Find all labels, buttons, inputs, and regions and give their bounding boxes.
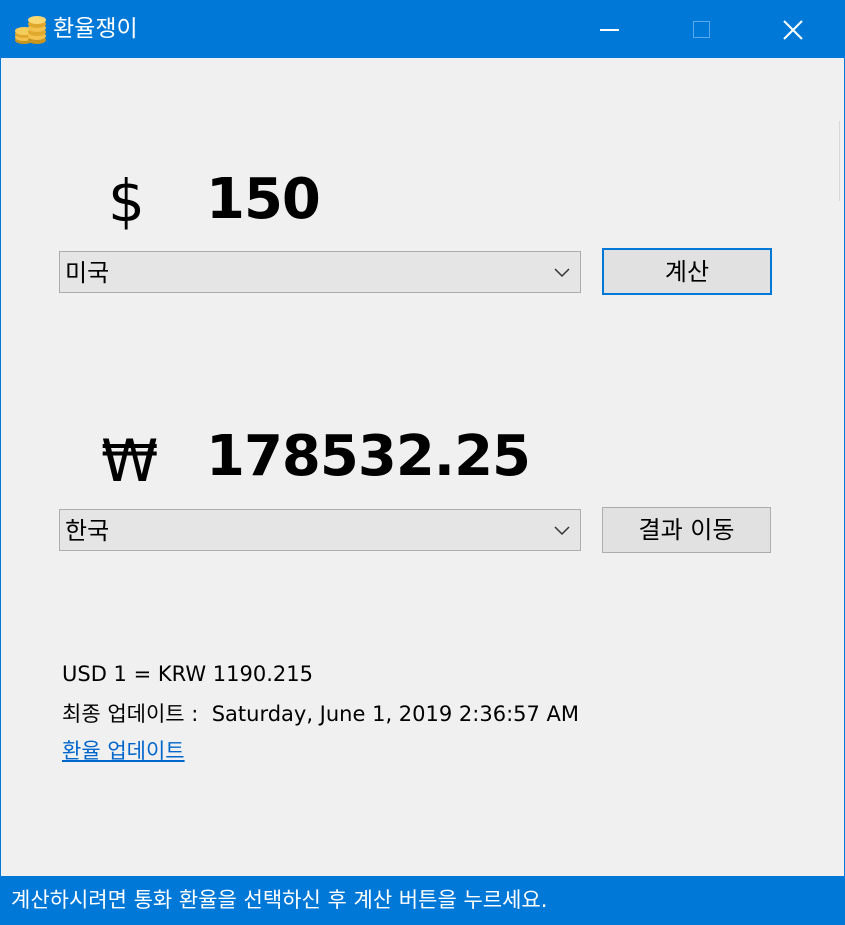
title-bar[interactable]: 환율쟁이 bbox=[1, 1, 844, 58]
window-title: 환율쟁이 bbox=[53, 16, 138, 42]
exchange-rate-label: USD 1 = KRW 1190.215 bbox=[62, 662, 314, 686]
source-country-value: 미국 bbox=[65, 259, 110, 287]
target-currency-symbol: ₩ bbox=[101, 427, 159, 495]
minimize-icon bbox=[599, 28, 619, 31]
move-result-button[interactable]: 결과 이동 bbox=[602, 507, 771, 553]
close-button[interactable] bbox=[747, 1, 839, 58]
target-country-select[interactable]: 한국 bbox=[59, 509, 581, 551]
chevron-down-icon bbox=[554, 526, 570, 536]
status-message: 계산하시려면 통화 환율을 선택하신 후 계산 버튼을 누르세요. bbox=[11, 888, 548, 912]
edge-divider bbox=[839, 121, 840, 201]
maximize-button[interactable] bbox=[655, 1, 747, 58]
source-country-select[interactable]: 미국 bbox=[59, 251, 581, 293]
target-amount: 178532.25 bbox=[206, 424, 531, 489]
target-country-value: 한국 bbox=[65, 517, 110, 545]
coin-stack-icon bbox=[15, 16, 46, 44]
calculate-button[interactable]: 계산 bbox=[602, 248, 772, 295]
update-rates-link[interactable]: 환율 업데이트 bbox=[62, 737, 185, 765]
maximize-icon bbox=[692, 21, 710, 38]
chevron-down-icon bbox=[554, 268, 570, 278]
source-amount: 150 bbox=[206, 167, 321, 232]
source-currency-symbol: $ bbox=[108, 167, 145, 235]
status-bar: 계산하시려면 통화 환율을 선택하신 후 계산 버튼을 누르세요. bbox=[1, 876, 844, 924]
app-window: 환율쟁이 $ 150 미국 계산 ₩ 178532.25 한국 결과 이동 US… bbox=[0, 0, 845, 925]
last-update-label: 최종 업데이트 : Saturday, June 1, 2019 2:36:57… bbox=[62, 702, 580, 726]
close-icon bbox=[783, 19, 803, 40]
minimize-button[interactable] bbox=[563, 1, 655, 58]
